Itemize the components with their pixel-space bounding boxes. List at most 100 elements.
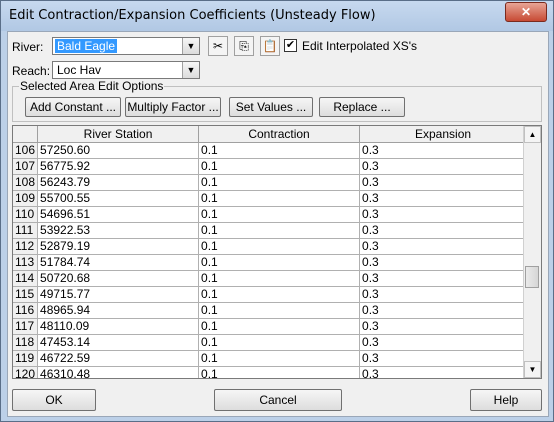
expansion-cell[interactable]: 0.3	[359, 366, 528, 378]
row-number-cell[interactable]: 118	[13, 334, 39, 351]
help-button[interactable]: Help	[470, 389, 542, 411]
contraction-cell[interactable]: 0.1	[198, 206, 361, 223]
expansion-cell[interactable]: 0.3	[359, 302, 528, 319]
row-number-cell[interactable]: 116	[13, 302, 39, 319]
river-station-cell[interactable]: 46722.59	[37, 350, 200, 367]
scrollbar-thumb[interactable]	[525, 266, 539, 288]
expansion-cell[interactable]: 0.3	[359, 142, 528, 159]
river-station-cell[interactable]: 56775.92	[37, 158, 200, 175]
coefficients-table[interactable]: River Station Contraction Expansion 106 5…	[12, 125, 542, 379]
table-row[interactable]: 107 56775.92 0.1 0.3	[13, 158, 528, 175]
cut-button[interactable]: ✂	[208, 36, 228, 56]
table-row[interactable]: 118 47453.14 0.1 0.3	[13, 334, 528, 351]
table-row[interactable]: 116 48965.94 0.1 0.3	[13, 302, 528, 319]
table-row[interactable]: 115 49715.77 0.1 0.3	[13, 286, 528, 303]
expansion-cell[interactable]: 0.3	[359, 286, 528, 303]
expansion-cell[interactable]: 0.3	[359, 222, 528, 239]
row-number-cell[interactable]: 120	[13, 366, 39, 378]
table-row[interactable]: 111 53922.53 0.1 0.3	[13, 222, 528, 239]
row-number-cell[interactable]: 117	[13, 318, 39, 335]
row-number-cell[interactable]: 108	[13, 174, 39, 191]
river-station-cell[interactable]: 50720.68	[37, 270, 200, 287]
table-row[interactable]: 113 51784.74 0.1 0.3	[13, 254, 528, 271]
contraction-cell[interactable]: 0.1	[198, 302, 361, 319]
chevron-down-icon[interactable]: ▼	[182, 38, 199, 54]
copy-button[interactable]: ⎘	[234, 36, 254, 56]
multiply-factor-button[interactable]: Multiply Factor ...	[125, 97, 221, 117]
river-station-cell[interactable]: 46310.48	[37, 366, 200, 378]
contraction-cell[interactable]: 0.1	[198, 158, 361, 175]
expansion-cell[interactable]: 0.3	[359, 254, 528, 271]
expansion-cell[interactable]: 0.3	[359, 238, 528, 255]
set-values-button[interactable]: Set Values ...	[229, 97, 313, 117]
row-number-cell[interactable]: 115	[13, 286, 39, 303]
river-station-cell[interactable]: 56243.79	[37, 174, 200, 191]
add-constant-button[interactable]: Add Constant ...	[25, 97, 121, 117]
contraction-header[interactable]: Contraction	[198, 126, 361, 143]
expansion-header[interactable]: Expansion	[359, 126, 528, 143]
title-bar[interactable]: Edit Contraction/Expansion Coefficients …	[1, 1, 553, 31]
table-row[interactable]: 117 48110.09 0.1 0.3	[13, 318, 528, 335]
table-row[interactable]: 109 55700.55 0.1 0.3	[13, 190, 528, 207]
river-select[interactable]: Bald Eagle ▼	[52, 37, 200, 55]
table-row[interactable]: 112 52879.19 0.1 0.3	[13, 238, 528, 255]
expansion-cell[interactable]: 0.3	[359, 270, 528, 287]
contraction-cell[interactable]: 0.1	[198, 190, 361, 207]
contraction-cell[interactable]: 0.1	[198, 350, 361, 367]
river-station-cell[interactable]: 57250.60	[37, 142, 200, 159]
river-station-cell[interactable]: 52879.19	[37, 238, 200, 255]
paste-button[interactable]: 📋	[260, 36, 280, 56]
contraction-cell[interactable]: 0.1	[198, 334, 361, 351]
river-station-header[interactable]: River Station	[37, 126, 200, 143]
expansion-cell[interactable]: 0.3	[359, 174, 528, 191]
chevron-down-icon[interactable]: ▼	[182, 62, 199, 78]
river-station-cell[interactable]: 47453.14	[37, 334, 200, 351]
expansion-cell[interactable]: 0.3	[359, 350, 528, 367]
contraction-cell[interactable]: 0.1	[198, 286, 361, 303]
edit-interpolated-checkbox[interactable]: ✔	[284, 39, 297, 52]
row-number-cell[interactable]: 114	[13, 270, 39, 287]
contraction-cell[interactable]: 0.1	[198, 318, 361, 335]
cancel-button[interactable]: Cancel	[214, 389, 342, 411]
reach-select[interactable]: Loc Hav ▼	[52, 61, 200, 79]
expansion-cell[interactable]: 0.3	[359, 206, 528, 223]
vertical-scrollbar[interactable]: ▲ ▼	[523, 126, 541, 378]
contraction-cell[interactable]: 0.1	[198, 222, 361, 239]
table-row[interactable]: 110 54696.51 0.1 0.3	[13, 206, 528, 223]
row-number-cell[interactable]: 110	[13, 206, 39, 223]
scroll-up-button[interactable]: ▲	[524, 126, 541, 143]
table-row[interactable]: 106 57250.60 0.1 0.3	[13, 142, 528, 159]
contraction-cell[interactable]: 0.1	[198, 366, 361, 378]
replace-button[interactable]: Replace ...	[319, 97, 405, 117]
river-station-cell[interactable]: 51784.74	[37, 254, 200, 271]
row-number-cell[interactable]: 106	[13, 142, 39, 159]
contraction-cell[interactable]: 0.1	[198, 142, 361, 159]
river-station-cell[interactable]: 48110.09	[37, 318, 200, 335]
table-row[interactable]: 119 46722.59 0.1 0.3	[13, 350, 528, 367]
table-row[interactable]: 120 46310.48 0.1 0.3	[13, 366, 528, 378]
scroll-down-button[interactable]: ▼	[524, 361, 541, 378]
row-number-cell[interactable]: 113	[13, 254, 39, 271]
expansion-cell[interactable]: 0.3	[359, 318, 528, 335]
row-number-cell[interactable]: 109	[13, 190, 39, 207]
river-station-cell[interactable]: 49715.77	[37, 286, 200, 303]
close-button[interactable]: ✕	[505, 2, 547, 22]
river-station-cell[interactable]: 55700.55	[37, 190, 200, 207]
contraction-cell[interactable]: 0.1	[198, 254, 361, 271]
river-station-cell[interactable]: 54696.51	[37, 206, 200, 223]
row-number-cell[interactable]: 107	[13, 158, 39, 175]
row-number-cell[interactable]: 119	[13, 350, 39, 367]
ok-button[interactable]: OK	[12, 389, 96, 411]
river-station-cell[interactable]: 48965.94	[37, 302, 200, 319]
row-number-cell[interactable]: 112	[13, 238, 39, 255]
contraction-cell[interactable]: 0.1	[198, 174, 361, 191]
expansion-cell[interactable]: 0.3	[359, 334, 528, 351]
river-station-cell[interactable]: 53922.53	[37, 222, 200, 239]
contraction-cell[interactable]: 0.1	[198, 270, 361, 287]
table-row[interactable]: 114 50720.68 0.1 0.3	[13, 270, 528, 287]
contraction-cell[interactable]: 0.1	[198, 238, 361, 255]
table-row[interactable]: 108 56243.79 0.1 0.3	[13, 174, 528, 191]
row-number-cell[interactable]: 111	[13, 222, 39, 239]
expansion-cell[interactable]: 0.3	[359, 158, 528, 175]
expansion-cell[interactable]: 0.3	[359, 190, 528, 207]
